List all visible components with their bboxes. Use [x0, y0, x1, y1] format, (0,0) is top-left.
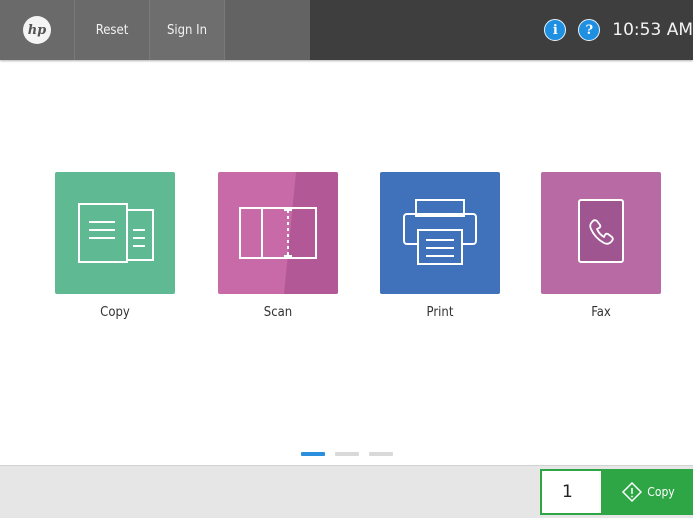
- print-icon: [403, 199, 477, 265]
- fax-app-tile[interactable]: [541, 172, 661, 294]
- help-icon[interactable]: ?: [578, 19, 601, 41]
- page-dot-2[interactable]: [334, 452, 359, 456]
- clock: 10:53 AM: [612, 20, 693, 40]
- fax-icon: [578, 199, 624, 263]
- hp-logo-icon: hp: [23, 16, 51, 44]
- scan-app-label: Scan: [263, 305, 293, 320]
- start-copy-button[interactable]: Copy: [603, 469, 693, 515]
- page-dot-1[interactable]: [300, 452, 325, 456]
- start-copy-label: Copy: [647, 485, 675, 499]
- copy-app-label: Copy: [100, 305, 130, 320]
- fax-app-label: Fax: [591, 305, 611, 320]
- info-icon[interactable]: i: [544, 19, 567, 41]
- page-dot-3[interactable]: [368, 452, 393, 456]
- home-button[interactable]: hp: [0, 0, 75, 60]
- top-bar: hp Reset Sign In i ? 10:53 AM: [0, 0, 693, 60]
- scan-app-tile[interactable]: [218, 172, 338, 294]
- reset-button[interactable]: Reset: [75, 0, 150, 60]
- top-bar-spacer: [225, 0, 310, 60]
- page-indicator: [0, 452, 693, 456]
- app-grid: Copy Scan Print Fax: [0, 60, 693, 465]
- status-area: i ? 10:53 AM: [544, 0, 693, 60]
- bottom-bar: 1 Copy: [0, 465, 693, 518]
- print-app-label: Print: [426, 305, 454, 320]
- copy-icon: [78, 203, 154, 263]
- copies-count-field[interactable]: 1: [540, 469, 603, 515]
- scan-icon: [239, 172, 338, 294]
- print-app-tile[interactable]: [380, 172, 500, 294]
- top-bar-fill: [310, 0, 545, 60]
- start-icon: [622, 481, 643, 503]
- copy-app-tile[interactable]: [55, 172, 175, 294]
- sign-in-button[interactable]: Sign In: [150, 0, 225, 60]
